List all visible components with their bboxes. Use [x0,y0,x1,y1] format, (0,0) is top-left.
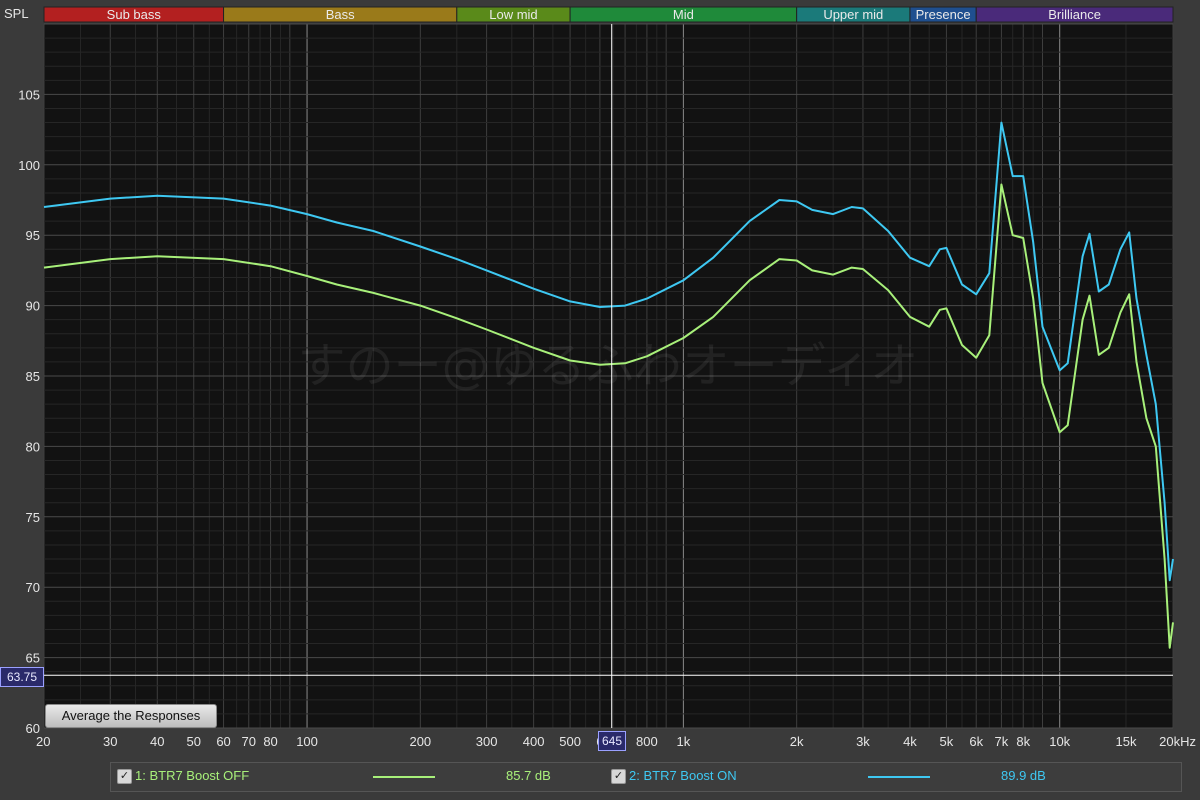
band-label-0: Sub bass [107,7,162,22]
y-tick-label: 95 [26,228,40,243]
x-tick-label: 30 [103,734,117,749]
x-tick-label: 8k [1016,734,1030,749]
x-tick-label: 15k [1115,734,1136,749]
y-tick-label: 65 [26,651,40,666]
x-tick-label: 40 [150,734,164,749]
x-tick-label: 1k [677,734,691,749]
watermark: すのー@ゆるふわオーディオ [298,338,919,394]
x-tick-label: 80 [263,734,277,749]
x-tick-label: 3k [856,734,870,749]
x-tick-label: 4k [903,734,917,749]
x-tick-label: 200 [409,734,431,749]
band-label-2: Low mid [489,7,537,22]
y-axis-label: SPL [4,6,29,21]
series-2-swatch [868,776,930,778]
x-tick-label: 70 [242,734,256,749]
band-label-3: Mid [673,7,694,22]
series-2-label: 2: BTR7 Boost ON [629,768,737,783]
x-tick-label: 6k [969,734,983,749]
x-tick-label: 20kHz [1159,734,1196,749]
average-responses-button[interactable]: Average the Responses [45,704,217,728]
series-1-label: 1: BTR7 Boost OFF [135,768,250,783]
y-tick-label: 75 [26,510,40,525]
x-tick-label: 7k [995,734,1009,749]
x-tick-label: 2k [790,734,804,749]
cursor-y-readout: 63.75 [0,667,44,687]
cursor-x-readout: 645 [598,731,626,751]
series-2-value: 89.9 dB [1001,768,1046,783]
x-tick-label: 60 [216,734,230,749]
band-header: Sub bass Bass Low mid Mid Upper mid Presence B… [43,6,1174,23]
x-tick-label: 500 [559,734,581,749]
x-tick-label: 10k [1049,734,1070,749]
series-1-checkbox[interactable]: ✓ [117,769,132,784]
x-tick-label: 300 [476,734,498,749]
series-2-checkbox[interactable]: ✓ [611,769,626,784]
band-label-1: Bass [326,7,355,22]
series-1-value: 85.7 dB [506,768,551,783]
frequency-response-chart: Sub bass Bass Low mid Mid Upper mid Presence B… [4,6,1196,749]
y-tick-label: 100 [18,158,40,173]
legend: ✓ 1: BTR7 Boost OFF 85.7 dB ✓ 2: BTR7 Bo… [110,762,1182,792]
y-tick-label: 90 [26,299,40,314]
x-tick-label: 100 [296,734,318,749]
x-tick-label: 20 [36,734,50,749]
x-tick-label: 400 [523,734,545,749]
y-tick-label: 80 [26,439,40,454]
band-label-6: Brilliance [1048,7,1101,22]
x-tick-label: 5k [940,734,954,749]
x-tick-label: 50 [187,734,201,749]
band-label-5: Presence [916,7,971,22]
band-label-4: Upper mid [823,7,883,22]
y-tick-labels: 6065707580859095100105 [18,87,40,736]
y-tick-label: 70 [26,580,40,595]
y-tick-label: 105 [18,87,40,102]
x-tick-label: 800 [636,734,658,749]
y-tick-label: 85 [26,369,40,384]
series-1-swatch [373,776,435,778]
